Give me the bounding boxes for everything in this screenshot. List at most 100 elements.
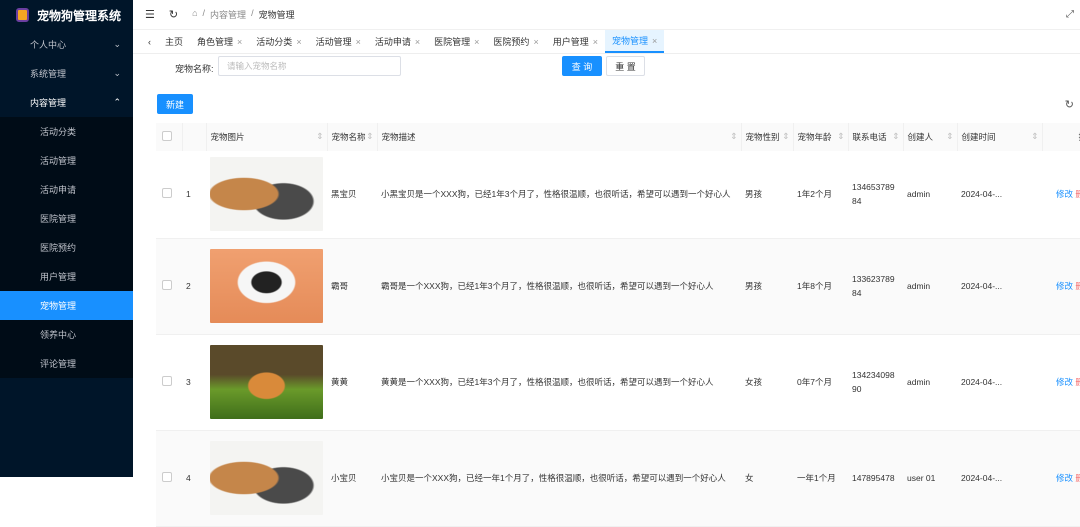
header-label: 宠物年龄 bbox=[797, 132, 832, 142]
new-button[interactable]: 新建 bbox=[157, 94, 193, 114]
submenu-item[interactable]: 医院管理 bbox=[0, 204, 133, 233]
close-icon[interactable]: × bbox=[415, 37, 420, 47]
submenu-item[interactable]: 活动分类 bbox=[0, 117, 133, 146]
created-time: 2024-04-... bbox=[957, 151, 1042, 239]
query-button[interactable]: 查 询 bbox=[562, 56, 602, 76]
logo-icon bbox=[16, 8, 29, 22]
edit-link[interactable]: 修改 bbox=[1056, 377, 1073, 387]
row-select[interactable] bbox=[156, 238, 182, 335]
sort-icon[interactable]: ⇕ bbox=[782, 131, 789, 142]
tab[interactable]: 活动申请 × bbox=[368, 30, 427, 53]
checkbox[interactable] bbox=[162, 131, 172, 141]
submenu-item[interactable]: 评论管理 bbox=[0, 349, 133, 378]
edit-link[interactable]: 修改 bbox=[1056, 189, 1073, 199]
tab[interactable]: 用户管理 × bbox=[546, 30, 605, 53]
submenu-item[interactable]: 活动申请 bbox=[0, 175, 133, 204]
row-index: 3 bbox=[182, 334, 206, 431]
collapse-menu-icon[interactable]: ☰ bbox=[145, 8, 155, 21]
submenu-item[interactable]: 领养中心 bbox=[0, 320, 133, 349]
delete-link[interactable]: 删除 bbox=[1075, 189, 1080, 199]
tab[interactable]: 活动分类 × bbox=[249, 30, 308, 53]
tab[interactable]: 角色管理 × bbox=[190, 30, 249, 53]
refresh-table-icon[interactable]: ↻ bbox=[1065, 98, 1074, 111]
edit-link[interactable]: 修改 bbox=[1056, 281, 1073, 291]
checkbox[interactable] bbox=[162, 280, 172, 290]
table-row: 3 黄黄 黄黄是一个XXX狗，已经1年3个月了，性格很温顺，也很听话，希望可以遇… bbox=[156, 334, 1080, 431]
breadcrumb-current: 宠物管理 bbox=[258, 10, 295, 20]
delete-link[interactable]: 删除 bbox=[1075, 473, 1080, 483]
menu-system[interactable]: 系统管理 ⌄ bbox=[0, 59, 133, 88]
col-header[interactable]: 联系电话 ⇕ bbox=[848, 123, 904, 151]
close-icon[interactable]: × bbox=[356, 37, 361, 47]
pet-name-input[interactable]: 请输入宠物名称 bbox=[218, 56, 401, 76]
sort-icon[interactable]: ⇕ bbox=[892, 131, 899, 142]
tab-home[interactable]: 主页 bbox=[158, 30, 190, 53]
row-select[interactable] bbox=[156, 334, 182, 431]
checkbox[interactable] bbox=[162, 472, 172, 482]
pet-image[interactable] bbox=[210, 345, 323, 419]
pet-image[interactable] bbox=[210, 249, 323, 323]
select-all[interactable] bbox=[156, 123, 183, 151]
row-index: 4 bbox=[182, 430, 206, 527]
phone: 13362378984 bbox=[848, 238, 903, 335]
pet-name: 小宝贝 bbox=[327, 430, 377, 527]
sort-icon[interactable]: ⇕ bbox=[837, 131, 844, 142]
menu-personal[interactable]: 个人中心 ⌄ bbox=[0, 30, 133, 59]
tab-active[interactable]: 宠物管理 × bbox=[604, 30, 665, 53]
actions: 修改 删除 bbox=[1042, 334, 1080, 431]
chevron-down-icon: ⌄ bbox=[113, 39, 121, 49]
sort-icon[interactable]: ⇕ bbox=[946, 131, 953, 142]
submenu-item[interactable]: 医院预约 bbox=[0, 233, 133, 262]
sort-icon[interactable]: ⇕ bbox=[1031, 131, 1038, 142]
row-select[interactable] bbox=[156, 151, 182, 239]
col-header[interactable]: 宠物图片 ⇕ bbox=[206, 123, 328, 151]
tab[interactable]: 医院预约 × bbox=[486, 30, 545, 53]
topbar: ☰ ↻ ⌂ / 内容管理 / 宠物管理 ⤢ bbox=[133, 0, 1080, 30]
close-icon[interactable]: × bbox=[296, 37, 301, 47]
tab-label: 医院预约 bbox=[493, 37, 530, 47]
tab[interactable]: 活动管理 × bbox=[309, 30, 368, 53]
breadcrumb-item[interactable]: 内容管理 bbox=[210, 8, 246, 21]
col-header[interactable]: 宠物描述 ⇕ bbox=[377, 123, 742, 151]
fullscreen-icon[interactable]: ⤢ bbox=[1066, 9, 1074, 20]
created-time: 2024-04-... bbox=[957, 430, 1042, 527]
chevron-down-icon: ⌄ bbox=[113, 68, 121, 78]
tab-label: 角色管理 bbox=[197, 37, 234, 47]
pet-image[interactable] bbox=[210, 157, 323, 232]
close-icon[interactable]: × bbox=[237, 37, 242, 47]
actions: 修改 删除 bbox=[1042, 430, 1080, 527]
submenu-item[interactable]: 用户管理 bbox=[0, 262, 133, 291]
pet-image-cell bbox=[206, 151, 327, 239]
tab[interactable]: 医院管理 × bbox=[427, 30, 486, 53]
submenu-item-active[interactable]: 宠物管理 bbox=[0, 291, 133, 320]
menu-label: 内容管理 bbox=[30, 98, 67, 108]
pet-age: 1年8个月 bbox=[793, 238, 848, 335]
close-icon[interactable]: × bbox=[652, 36, 657, 46]
close-icon[interactable]: × bbox=[474, 37, 479, 47]
pet-image[interactable] bbox=[210, 441, 323, 515]
col-header[interactable]: 创建时间 ⇕ bbox=[957, 123, 1043, 151]
col-header[interactable]: 创建人 ⇕ bbox=[903, 123, 958, 151]
edit-link[interactable]: 修改 bbox=[1056, 473, 1073, 483]
delete-link[interactable]: 删除 bbox=[1075, 377, 1080, 387]
pet-desc: 小宝贝是一个XXX狗，已经一年1个月了，性格很温顺，也很听话，希望可以遇到一个好… bbox=[377, 430, 741, 527]
col-header[interactable]: 宠物年龄 ⇕ bbox=[793, 123, 849, 151]
refresh-icon[interactable]: ↻ bbox=[169, 8, 178, 21]
submenu-item[interactable]: 活动管理 bbox=[0, 146, 133, 175]
pet-name: 黄黄 bbox=[327, 334, 377, 431]
sort-icon[interactable]: ⇕ bbox=[366, 131, 373, 142]
checkbox[interactable] bbox=[162, 188, 172, 199]
sort-icon[interactable]: ⇕ bbox=[730, 131, 737, 142]
reset-button[interactable]: 重 置 bbox=[606, 56, 645, 76]
sort-icon[interactable]: ⇕ bbox=[316, 131, 323, 142]
close-icon[interactable]: × bbox=[533, 37, 538, 47]
row-select[interactable] bbox=[156, 430, 182, 527]
menu-content[interactable]: 内容管理 ⌃ bbox=[0, 88, 133, 117]
close-icon[interactable]: × bbox=[593, 37, 598, 47]
col-header[interactable]: 宠物性别 ⇕ bbox=[741, 123, 794, 151]
col-header[interactable]: 宠物名称 ⇕ bbox=[327, 123, 378, 151]
tabs-scroll-left-icon[interactable]: ‹ bbox=[141, 30, 158, 53]
delete-link[interactable]: 删除 bbox=[1075, 281, 1080, 291]
checkbox[interactable] bbox=[162, 376, 172, 386]
home-icon[interactable]: ⌂ bbox=[192, 8, 197, 21]
